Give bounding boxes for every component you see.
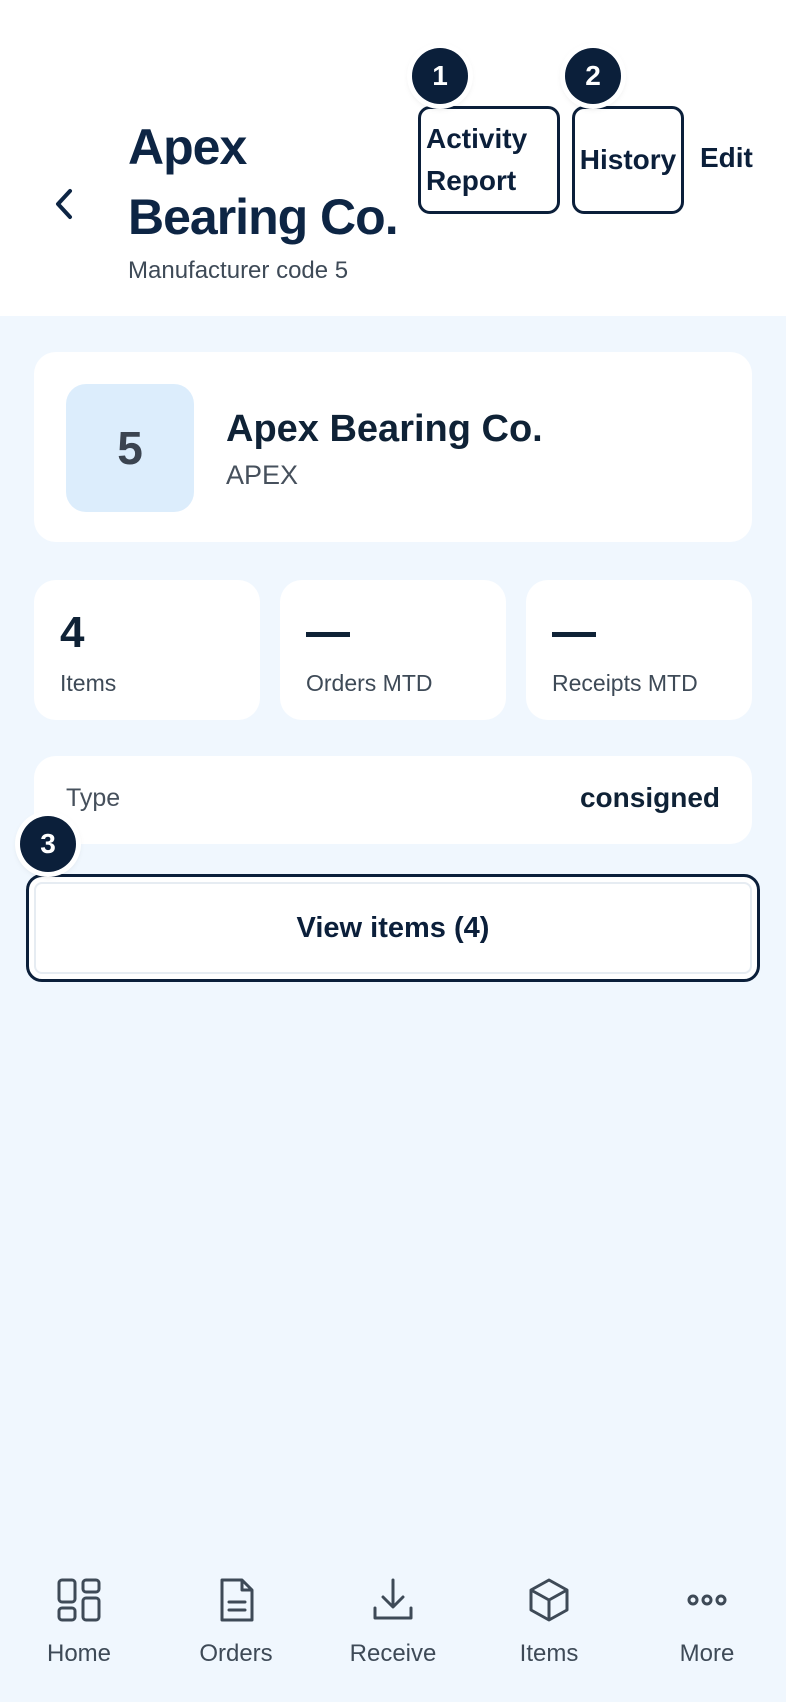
cube-icon (529, 1578, 569, 1622)
type-label: Type (66, 784, 121, 812)
home-grid-icon (57, 1578, 101, 1622)
edit-button[interactable]: Edit (700, 142, 753, 174)
step-badge-3: 3 (20, 816, 76, 872)
avatar: 5 (66, 384, 194, 512)
page-title: Apex Bearing Co. (128, 119, 399, 245)
nav-label: Orders (199, 1640, 273, 1667)
nav-label: Items (519, 1640, 579, 1667)
stat-label: Items (60, 670, 117, 696)
nav-item-home[interactable]: Home (4, 1576, 154, 1668)
view-items-button[interactable]: View items (4) (26, 874, 760, 982)
activity-report-button[interactable]: Activity Report (418, 106, 560, 214)
manufacturer-code: APEX (226, 460, 299, 490)
nav-label: Receive (349, 1640, 437, 1667)
step-badge-2: 2 (565, 48, 621, 104)
manufacturer-name: Apex Bearing Co. (226, 408, 543, 450)
stat-card-items: 4 Items (34, 580, 260, 720)
bottom-nav: Home Orders Receive Items More (0, 1548, 786, 1702)
document-icon (220, 1578, 254, 1622)
empty-value-dash (306, 632, 350, 637)
manufacturer-card: 5 Apex Bearing Co. APEX (34, 352, 752, 542)
back-button[interactable] (44, 178, 84, 230)
stat-label: Receipts MTD (552, 670, 698, 696)
type-value: consigned (579, 782, 720, 813)
nav-item-more[interactable]: More (632, 1576, 782, 1668)
step-badge-1: 1 (412, 48, 468, 104)
stat-card-orders-mtd: — Orders MTD (280, 580, 506, 720)
nav-item-items[interactable]: Items (474, 1576, 624, 1668)
empty-value-dash (552, 632, 596, 637)
more-dots-icon (687, 1594, 727, 1606)
stat-card-receipts-mtd: — Receipts MTD (526, 580, 752, 720)
stat-label: Orders MTD (306, 670, 433, 696)
chevron-left-icon (56, 189, 72, 219)
history-button[interactable]: History (572, 106, 684, 214)
nav-item-receive[interactable]: Receive (318, 1576, 468, 1668)
nav-label: More (679, 1640, 735, 1667)
header: Apex Bearing Co. Manufacturer code 5 Act… (0, 0, 786, 316)
download-icon (373, 1578, 413, 1620)
type-row: Type consigned (34, 756, 752, 844)
stat-value: 4 (60, 608, 85, 657)
nav-item-orders[interactable]: Orders (161, 1576, 311, 1668)
nav-label: Home (46, 1640, 112, 1667)
page-subtitle: Manufacturer code 5 (128, 257, 349, 284)
